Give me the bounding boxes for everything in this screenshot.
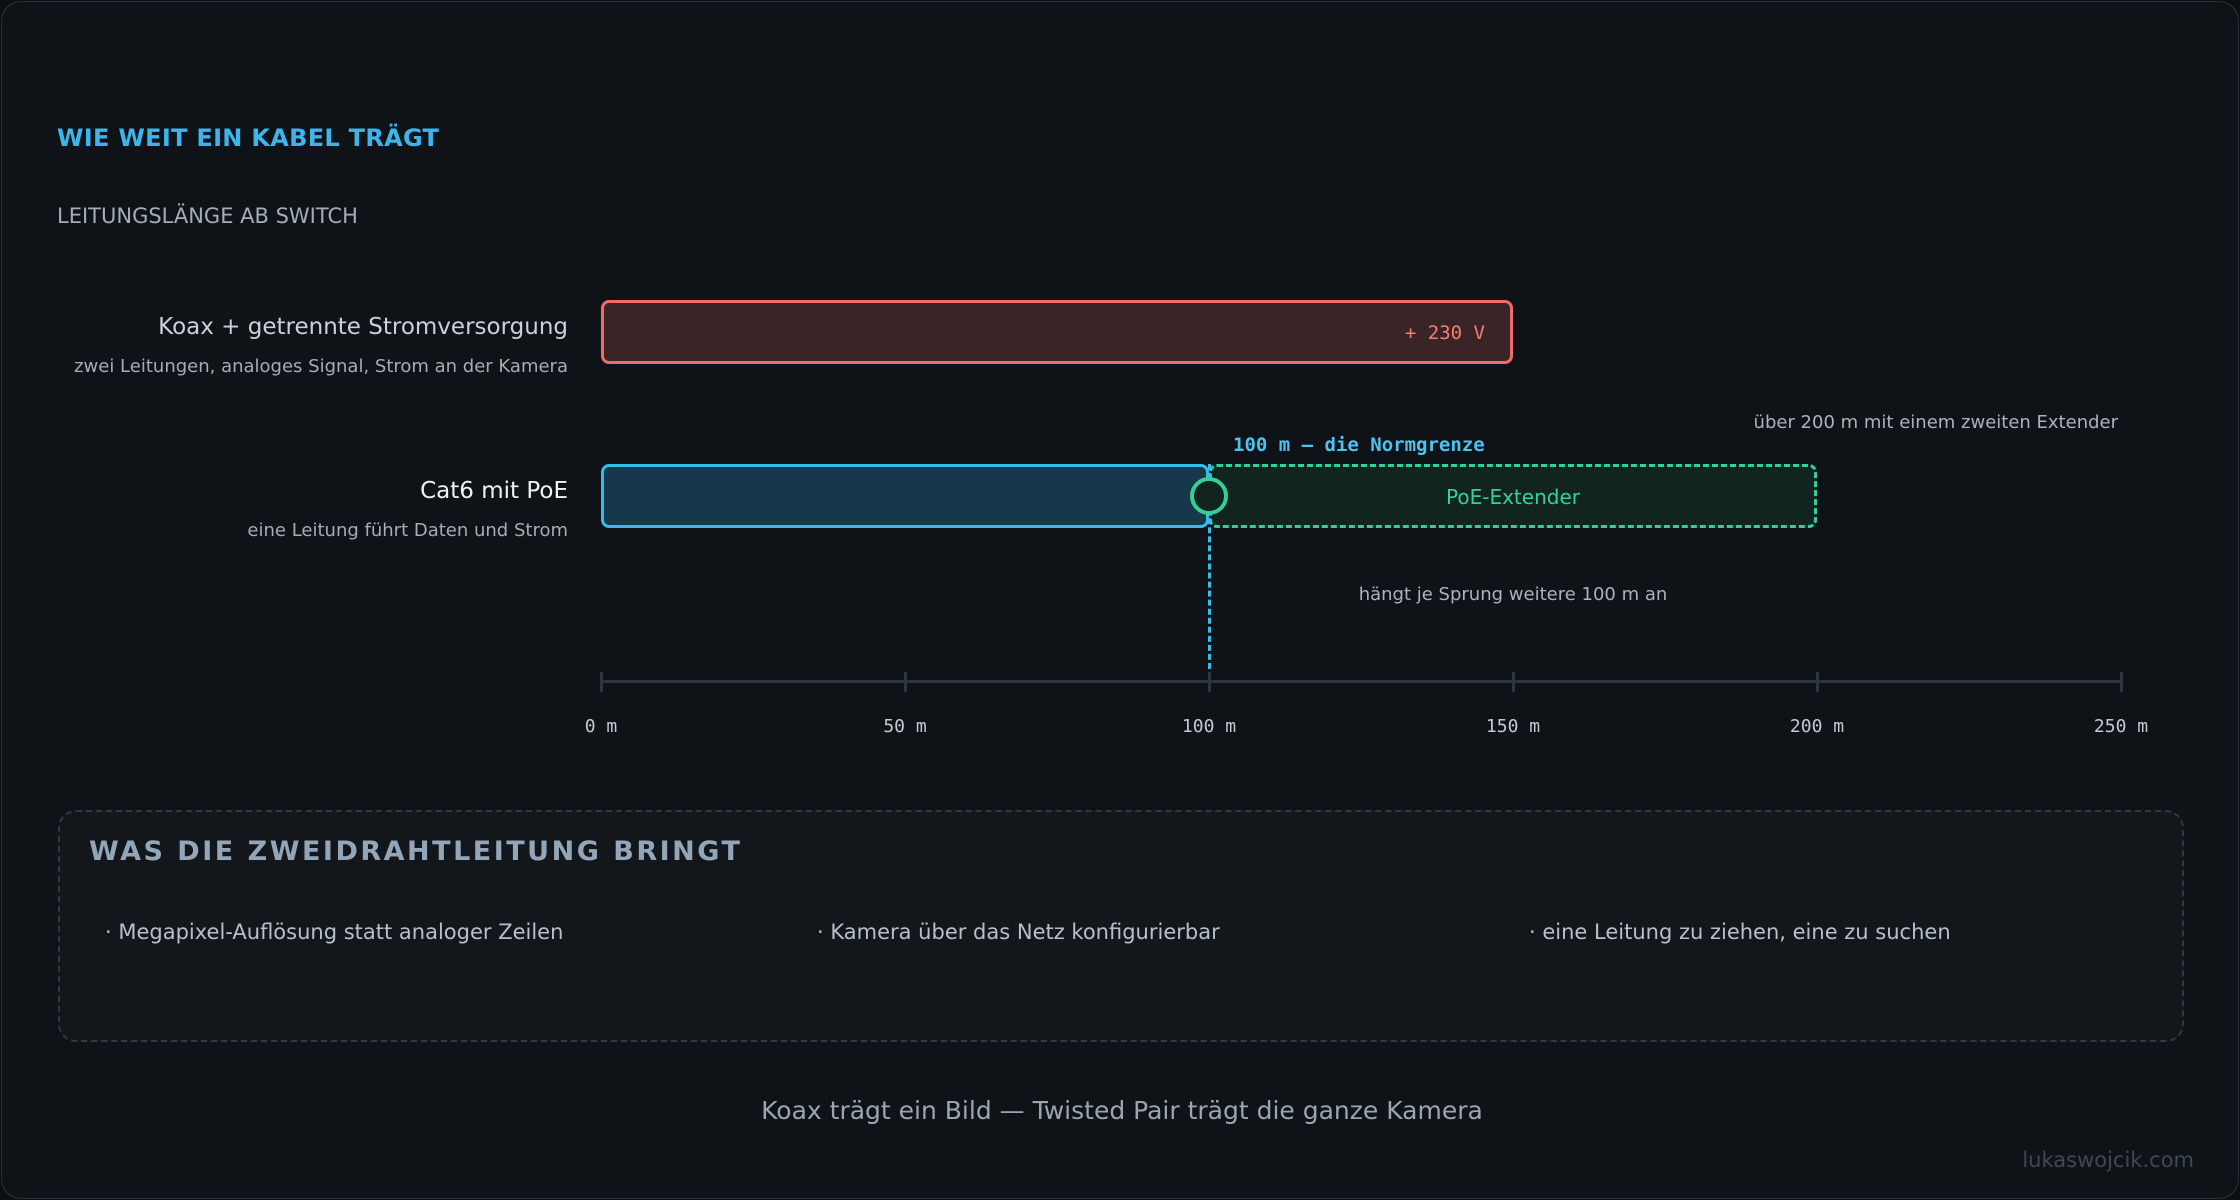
axis-tick-label: 150 m [1485, 716, 1541, 737]
axis-tick [904, 672, 907, 692]
extender-note-top: über 200 m mit einem zweiten Extender [1753, 412, 2118, 433]
diagram-frame: WIE WEIT EIN KABEL TRÄGT LEITUNGSLÄNGE A… [1, 1, 2239, 1199]
axis-tick [600, 672, 603, 692]
extender-node-icon [1190, 477, 1228, 515]
extender-label: PoE-Extender [1446, 485, 1580, 509]
coax-range-bar [601, 300, 1513, 364]
axis-tick-label: 50 m [883, 716, 927, 737]
footer-caption: Koax trägt ein Bild — Twisted Pair trägt… [761, 1096, 1483, 1125]
axis-tick-label: 0 m [584, 716, 618, 737]
cat6-row-sublabel: eine Leitung führt Daten und Strom [247, 520, 568, 541]
diagram-title: WIE WEIT EIN KABEL TRÄGT [57, 124, 440, 152]
axis-tick [1816, 672, 1819, 692]
benefit-item-resolution: · Megapixel-Auflösung statt analoger Zei… [105, 920, 564, 944]
axis-tick [1512, 672, 1515, 692]
coax-power-tag: + 230 V [1404, 322, 1485, 344]
distance-axis [601, 680, 2121, 683]
axis-tick-label: 250 m [2093, 716, 2149, 737]
benefit-item-single-cable: · eine Leitung zu ziehen, eine zu suchen [1529, 920, 1951, 944]
footer-credit: lukaswojcik.com [2022, 1148, 2194, 1172]
coax-row-label: Koax + getrennte Stromversorgung [158, 314, 568, 340]
benefit-item-network-config: · Kamera über das Netz konfigurierbar [817, 920, 1220, 944]
coax-row-sublabel: zwei Leitungen, analoges Signal, Strom a… [74, 356, 568, 377]
axis-tick [1208, 672, 1211, 692]
benefits-panel-title: WAS DIE ZWEIDRAHTLEITUNG BRINGT [89, 836, 743, 867]
extender-note-bottom: hängt je Sprung weitere 100 m an [1358, 584, 1668, 605]
cat6-range-bar [601, 464, 1209, 528]
axis-tick [2120, 672, 2123, 692]
cat6-row-label: Cat6 mit PoE [420, 478, 568, 504]
axis-tick-label: 100 m [1181, 716, 1237, 737]
axis-tick-label: 200 m [1789, 716, 1845, 737]
diagram-subtitle: LEITUNGSLÄNGE AB SWITCH [57, 204, 358, 228]
norm-limit-label: 100 m — die Normgrenze [1233, 434, 1485, 456]
